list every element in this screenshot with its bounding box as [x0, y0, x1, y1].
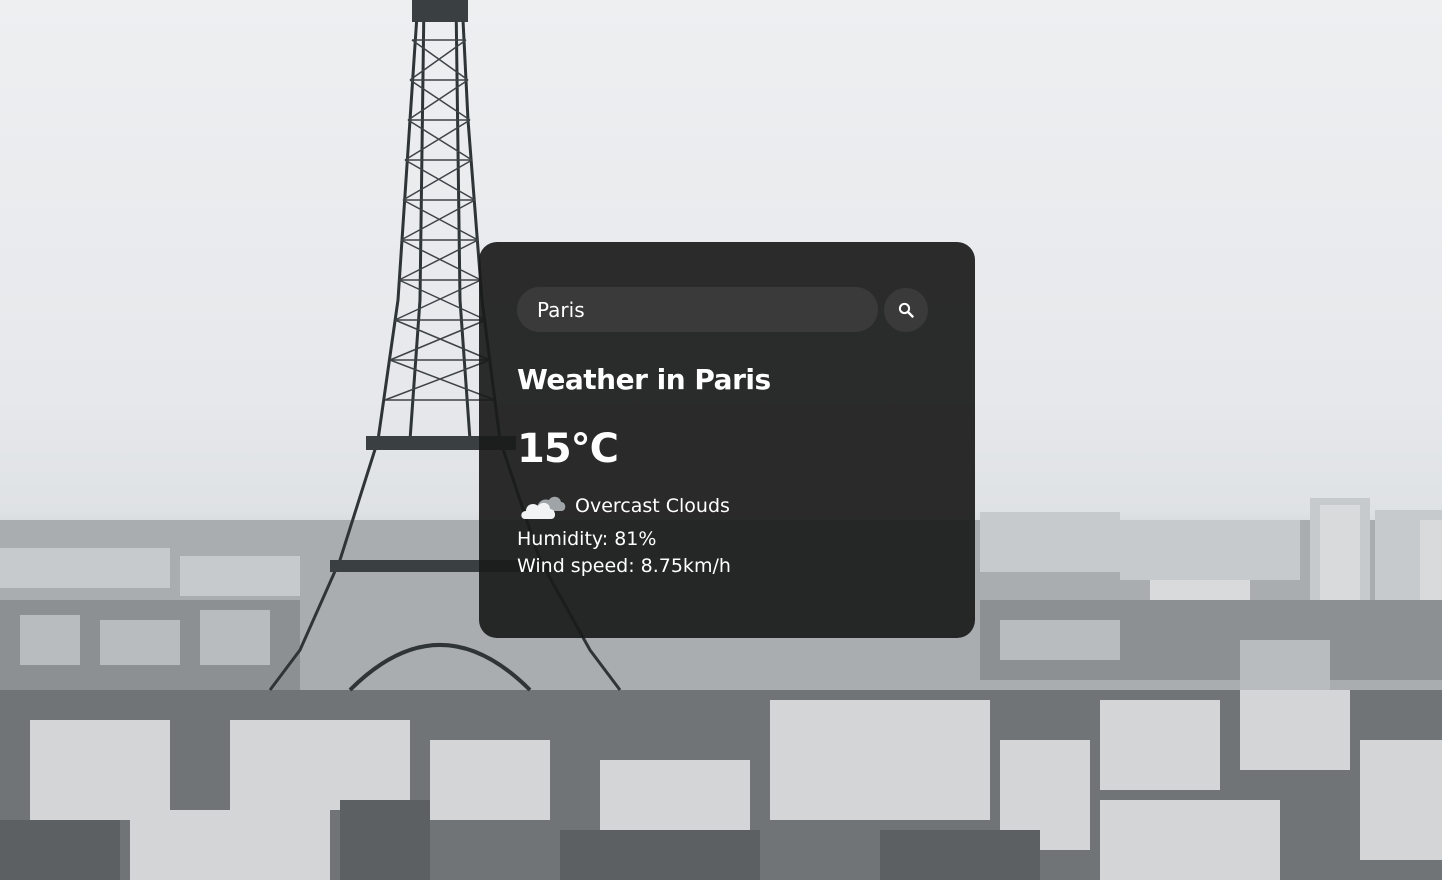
weather-card: Weather in Paris 15°C Overcast Clouds Hu…	[479, 242, 975, 638]
search-icon	[898, 302, 914, 318]
humidity: Humidity: 81%	[517, 528, 657, 550]
search-input[interactable]	[517, 287, 878, 332]
overcast-clouds-icon	[521, 496, 566, 519]
search-bar	[517, 287, 937, 332]
condition-row: Overcast Clouds	[517, 488, 937, 524]
page: Weather in Paris 15°C Overcast Clouds Hu…	[0, 0, 1442, 880]
search-button[interactable]	[884, 287, 928, 332]
temperature: 15°C	[517, 426, 619, 472]
condition-description: Overcast Clouds	[575, 495, 730, 517]
stats: Humidity: 81% Wind speed: 8.75km/h	[517, 526, 937, 580]
wind-speed: Wind speed: 8.75km/h	[517, 555, 731, 577]
weather-title: Weather in Paris	[517, 363, 771, 396]
